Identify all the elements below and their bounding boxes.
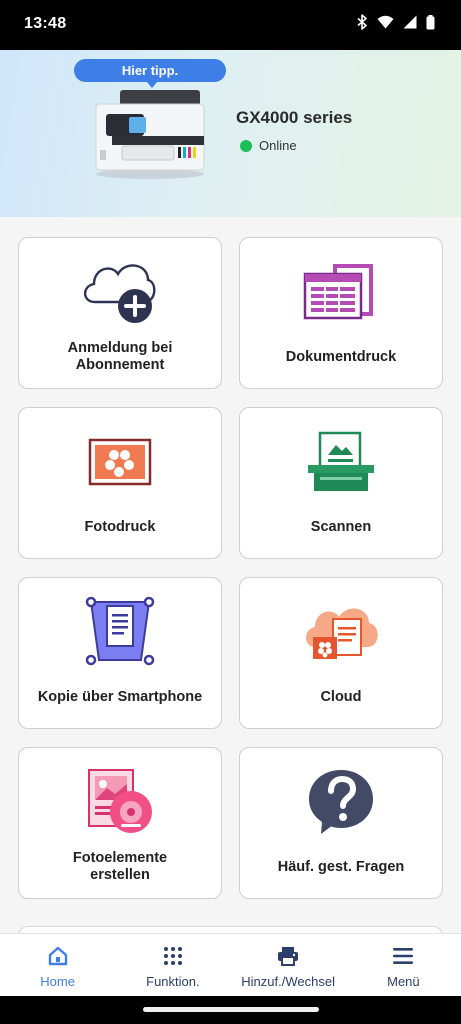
- faq-icon: [240, 764, 442, 840]
- cloud-add-icon: [19, 254, 221, 330]
- status-icons: [357, 14, 435, 35]
- tile-label: Cloud: [320, 688, 362, 705]
- nav-home[interactable]: Home: [0, 934, 115, 996]
- printer-image[interactable]: [92, 88, 210, 180]
- tile-faq[interactable]: Häuf. gest. Fragen: [239, 747, 443, 899]
- printer-header[interactable]: Hier tipp. GX4000 series Online: [0, 50, 461, 217]
- printer-status: Online: [240, 138, 297, 153]
- tile-document-print[interactable]: Dokumentdruck: [239, 237, 443, 389]
- tile-label: Fotodruck: [84, 518, 156, 535]
- photo-elements-icon: [19, 764, 221, 840]
- cloud-icon: [240, 594, 442, 670]
- tile-label: Scannen: [310, 518, 372, 535]
- tile-label: Kopie über Smartphone: [37, 688, 203, 705]
- gesture-handle[interactable]: [143, 1007, 319, 1012]
- scanner-icon: [240, 424, 442, 500]
- grid-icon: [163, 944, 183, 968]
- signal-icon: [403, 15, 417, 34]
- nav-label: Menü: [387, 974, 420, 989]
- tile-photo-print[interactable]: Fotodruck: [18, 407, 222, 559]
- app-content: Hier tipp. GX4000 series Online Anmeldun…: [0, 50, 461, 996]
- hamburger-menu-icon: [393, 944, 414, 968]
- photo-print-icon: [19, 424, 221, 500]
- nav-functions[interactable]: Funktion.: [115, 934, 230, 996]
- nav-label: Funktion.: [146, 974, 200, 989]
- status-time: 13:48: [24, 15, 67, 32]
- tip-bubble[interactable]: Hier tipp.: [74, 59, 226, 88]
- smartphone-copy-icon: [19, 594, 221, 670]
- nav-menu[interactable]: Menü: [346, 934, 461, 996]
- tile-label: Häuf. gest. Fragen: [277, 858, 405, 875]
- bottom-navigation: Home Funktion. Hinzuf./Wechsel Menü: [0, 933, 461, 996]
- printer-status-text: Online: [259, 138, 297, 153]
- status-bar: 13:48: [0, 0, 461, 50]
- battery-icon: [426, 14, 435, 35]
- tile-smartphone-copy[interactable]: Kopie über Smartphone: [18, 577, 222, 729]
- printer-icon: [277, 944, 299, 968]
- tile-scan[interactable]: Scannen: [239, 407, 443, 559]
- nav-label: Hinzuf./Wechsel: [241, 974, 335, 989]
- nav-label: Home: [40, 974, 75, 989]
- online-status-dot: [240, 139, 252, 152]
- home-icon: [48, 944, 68, 968]
- wifi-icon: [377, 15, 394, 34]
- tile-create-photo-elements[interactable]: Fotoelemente erstellen: [18, 747, 222, 899]
- tile-label: Fotoelemente erstellen: [72, 850, 168, 883]
- tile-cloud[interactable]: Cloud: [239, 577, 443, 729]
- tile-subscription-login[interactable]: Anmeldung bei Abonnement: [18, 237, 222, 389]
- printer-name: GX4000 series: [236, 108, 353, 127]
- nav-add-switch-printer[interactable]: Hinzuf./Wechsel: [231, 934, 346, 996]
- tile-label: Dokumentdruck: [285, 348, 397, 365]
- gesture-navigation-area: [0, 996, 461, 1024]
- document-print-icon: [240, 254, 442, 330]
- bluetooth-icon: [357, 14, 368, 35]
- tile-label: Anmeldung bei Abonnement: [67, 340, 173, 373]
